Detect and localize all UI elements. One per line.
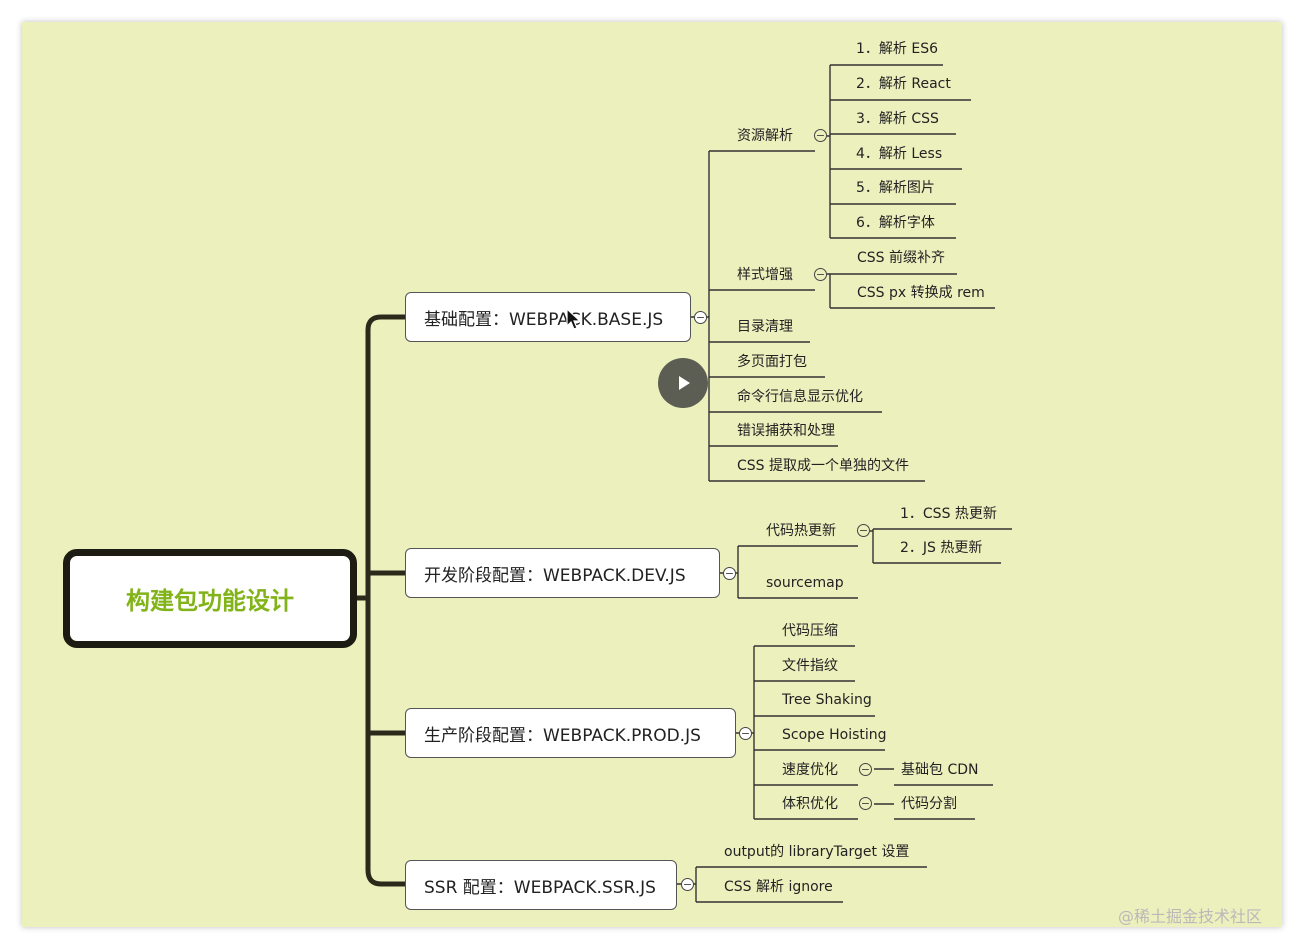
leaf-item[interactable]: 1．CSS 热更新: [900, 505, 997, 523]
leaf-item[interactable]: output的 libraryTarget 设置: [724, 843, 909, 861]
root-node[interactable]: 构建包功能设计: [63, 549, 357, 648]
leaf-item[interactable]: 命令行信息显示优化: [737, 388, 863, 406]
leaf-item[interactable]: 2．JS 热更新: [900, 539, 982, 557]
leaf-item[interactable]: 6．解析字体: [856, 214, 935, 232]
trunk-connector: [354, 314, 408, 887]
topic-resource-parsing[interactable]: 资源解析: [737, 127, 793, 145]
collapse-icon[interactable]: −: [857, 524, 870, 537]
leaf-item[interactable]: 3．解析 CSS: [856, 110, 939, 128]
leaf-item[interactable]: CSS 解析 ignore: [724, 878, 833, 896]
branch-prod-label: 生产阶段配置：WEBPACK.PROD.JS: [424, 725, 701, 746]
mouse-cursor-icon: [566, 308, 582, 330]
leaf-item[interactable]: 1．解析 ES6: [856, 40, 938, 58]
leaf-item[interactable]: 代码分割: [901, 795, 957, 813]
collapse-icon[interactable]: −: [859, 797, 872, 810]
leaf-item[interactable]: CSS px 转换成 rem: [857, 284, 985, 302]
root-label: 构建包功能设计: [126, 587, 294, 615]
leaf-item[interactable]: 多页面打包: [737, 353, 807, 371]
play-icon: [679, 376, 690, 390]
leaf-item[interactable]: 4．解析 Less: [856, 145, 942, 163]
leaf-item[interactable]: 文件指纹: [782, 657, 838, 675]
leaf-item[interactable]: sourcemap: [766, 574, 844, 592]
leaf-item[interactable]: Tree Shaking: [782, 691, 872, 709]
collapse-icon[interactable]: −: [859, 763, 872, 776]
collapse-icon[interactable]: −: [681, 878, 694, 891]
branch-dev-label: 开发阶段配置：WEBPACK.DEV.JS: [424, 565, 686, 586]
branch-base-label: 基础配置：WEBPACK.BASE.JS: [424, 309, 664, 330]
topic-hmr[interactable]: 代码热更新: [766, 522, 836, 540]
collapse-icon[interactable]: −: [723, 567, 736, 580]
leaf-item[interactable]: Scope Hoisting: [782, 726, 887, 744]
collapse-icon[interactable]: −: [694, 311, 707, 324]
leaf-item[interactable]: CSS 提取成一个单独的文件: [737, 457, 909, 475]
watermark: @稀土掘金技术社区: [1118, 907, 1263, 926]
branch-dev-node[interactable]: 开发阶段配置：WEBPACK.DEV.JS: [405, 548, 720, 598]
branch-base-node[interactable]: 基础配置：WEBPACK.BASE.JS: [405, 292, 691, 342]
leaf-item[interactable]: 基础包 CDN: [901, 761, 978, 779]
branch-ssr-node[interactable]: SSR 配置：WEBPACK.SSR.JS: [405, 860, 677, 910]
topic-speed[interactable]: 速度优化: [782, 761, 838, 779]
leaf-item[interactable]: 代码压缩: [782, 622, 838, 640]
branch-prod-node[interactable]: 生产阶段配置：WEBPACK.PROD.JS: [405, 708, 736, 758]
topic-size[interactable]: 体积优化: [782, 795, 838, 813]
leaf-item[interactable]: 2．解析 React: [856, 75, 951, 93]
leaf-item[interactable]: CSS 前缀补齐: [857, 249, 945, 267]
collapse-icon[interactable]: −: [739, 727, 752, 740]
leaf-item[interactable]: 错误捕获和处理: [737, 422, 835, 440]
connector-lines: [354, 64, 1012, 903]
collapse-icon[interactable]: −: [814, 268, 827, 281]
leaf-item[interactable]: 5．解析图片: [856, 179, 935, 197]
branch-ssr-label: SSR 配置：WEBPACK.SSR.JS: [424, 877, 656, 898]
leaf-item[interactable]: 目录清理: [737, 318, 793, 336]
topic-style-enhance[interactable]: 样式增强: [737, 266, 793, 284]
play-button[interactable]: [658, 358, 708, 408]
collapse-icon[interactable]: −: [814, 129, 827, 142]
